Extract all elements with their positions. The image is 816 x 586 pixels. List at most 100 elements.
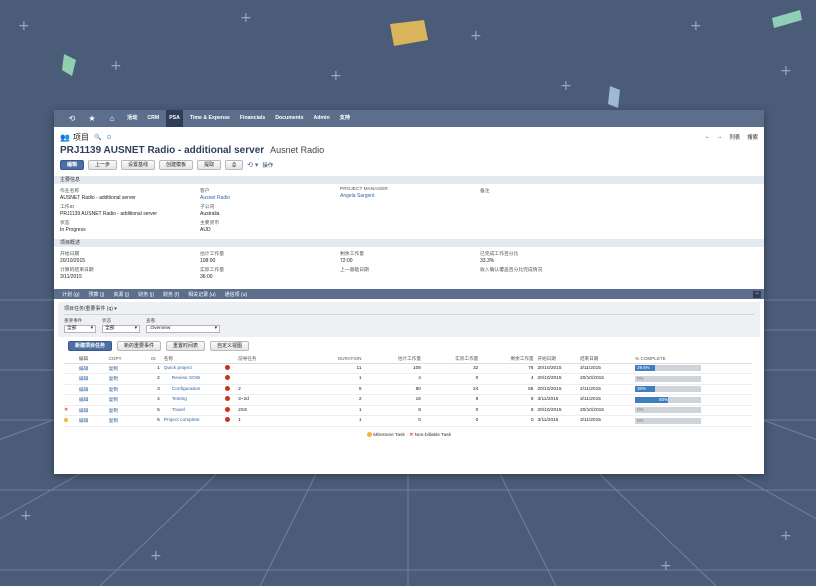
subtab[interactable]: 预算 (j) [89,291,105,298]
history-icon[interactable]: ⟲ [64,114,80,123]
row-marker [64,415,79,427]
new-task-button[interactable]: 新建项目任务 [68,341,113,351]
field: 子公司 Australia [200,203,340,217]
nav-item-activities[interactable]: 活动 [124,110,140,127]
subtab[interactable]: 财务 (f) [163,291,179,298]
status-select[interactable]: 全部 ▾ [102,325,140,333]
task-id: 3 [151,384,164,395]
view-select[interactable]: .Overview ▾ [146,325,220,333]
nav-item-support[interactable]: 支持 [337,110,353,127]
nav-item-psa[interactable]: PSA [166,110,183,127]
edit-link[interactable]: 编辑 [78,405,109,416]
nav-item-financials[interactable]: Financials [237,110,268,127]
task-name-link[interactable]: Testing [163,394,226,406]
task-table: 编辑 COPY ID 名称 前导任务 DURATION 估计工作量 实际工作量 剩余工作量 开始日… [64,355,752,427]
field-value: PRJ1139 AUSNET Radio - additional server [60,211,158,217]
duration: 11 [301,363,366,374]
nav-item-crm[interactable]: CRM [144,110,162,127]
duration: 9 [301,384,366,395]
print-icon[interactable]: ⎙ [225,160,244,170]
svg-text:+: + [330,68,342,84]
more-actions-button[interactable]: 操作 [262,161,273,169]
row-marker: ✕ [64,405,79,416]
more-actions-icon[interactable]: ⟲ ▾ [247,161,258,169]
extract-button[interactable]: 提取 [197,160,222,170]
copy-link[interactable]: 复制 [108,394,152,406]
estimated-work: 108 [365,363,425,374]
search-icon[interactable]: 🔍 [94,134,101,141]
field-value: 20/10/2015 [60,258,86,264]
customize-view-button[interactable]: 自定义视图 [210,341,250,351]
copy-link[interactable]: 复制 [108,405,152,416]
edit-button[interactable]: 编辑 [60,160,85,170]
list-link[interactable]: 列表 [729,133,740,141]
back-button[interactable]: 上一步 [88,160,118,170]
edit-link[interactable]: 编辑 [78,384,109,395]
estimated-work: 0 [365,415,425,427]
subtab[interactable]: 计划 (g) [62,291,80,298]
create-template-button[interactable]: 创建模板 [159,160,194,170]
search-link[interactable]: 搜索 [747,133,758,141]
copy-link[interactable]: 复制 [108,415,152,427]
field-value: 3/11/2015 [60,274,82,280]
edit-link[interactable]: 编辑 [78,415,109,427]
table-row: 编辑 复制 1 Quick project 11 108 32 76 20/10/2015 3/1… [64,363,752,374]
set-baseline-button[interactable]: 设置基线 [121,160,156,170]
field: 计算的结束日期 3/11/2015 [60,266,200,280]
field-value[interactable]: Ausnet Radio [200,195,340,201]
select-value: .Overview [149,326,171,331]
estimated-work: 80 [365,384,425,395]
nonbillable-x-icon: ✕ [64,407,69,413]
subtab[interactable]: 相关记录 (u) [188,291,216,298]
end-date: 3/11/2015 [579,394,636,406]
row-marker [64,384,79,395]
copy-link[interactable]: 复制 [108,384,152,395]
subtab[interactable]: 财务 (j) [138,291,154,298]
column-header: 实际工作量 [424,355,483,364]
next-record-arrow[interactable]: → [717,134,722,140]
reset-schedule-button[interactable]: 重置时间表 [166,341,206,351]
nav-item-admin[interactable]: Admin [311,110,333,127]
prev-record-arrow[interactable]: ← [705,134,710,140]
progress-bar: 50% [635,396,702,403]
status-dot-icon [225,385,231,391]
end-date: 2/11/2015 [579,384,636,395]
field-label: 实际工作量 [200,268,224,273]
task-name-link[interactable]: Configuration [163,384,226,395]
task-name-link[interactable]: Review SOW [163,373,226,385]
edit-link[interactable]: 编辑 [78,394,109,406]
filter-label: 状态 [102,318,112,323]
field-value[interactable]: Angela Sargent [340,193,480,199]
collapse-icon[interactable]: − [753,290,761,298]
copy-link[interactable]: 复制 [108,363,152,374]
app-window: ⟲ ★ ⌂ 活动 CRM PSA Time & Expense Financia… [54,110,764,474]
status-dot-icon [225,375,231,381]
new-milestone-button[interactable]: 新的重要事件 [117,341,162,351]
edit-link[interactable]: 编辑 [78,363,109,374]
table-row: 编辑 复制 4 Testing 3~2d 2 16 8 8 3/11/2015 3/11/2015 5… [64,394,752,406]
home-icon[interactable]: ⌂ [104,114,120,123]
task-name-link[interactable]: Project complete [163,415,226,427]
subtab[interactable]: 通信项 (u) [225,291,248,298]
task-name-link[interactable]: Travel [163,405,226,416]
edit-link[interactable]: 编辑 [78,373,109,385]
field-label: 作业名称 [60,189,80,194]
field-label: 开始日期 [60,252,80,257]
task-name-link[interactable]: Quick project [163,363,226,374]
progress-label: 30% [637,386,646,392]
field-label: 子公司 [200,205,215,210]
nav-item-documents[interactable]: Documents [272,110,306,127]
milestone-select[interactable]: 全部 ▾ [64,325,96,333]
copy-link[interactable]: 复制 [108,373,152,385]
confetti-gold [390,20,428,46]
link-icon[interactable]: ⊙ [106,134,111,141]
status-cell [225,373,239,385]
field-value: In Progress [60,227,86,233]
sublist-title[interactable]: 项目任务/重要事件 (q) ▾ [64,305,754,315]
star-icon[interactable]: ★ [84,114,100,123]
field [480,203,620,217]
status-cell [225,384,239,395]
field-value: AUD [200,227,211,233]
nav-item-time-expense[interactable]: Time & Expense [187,110,233,127]
subtab[interactable]: 资源 (j) [113,291,129,298]
